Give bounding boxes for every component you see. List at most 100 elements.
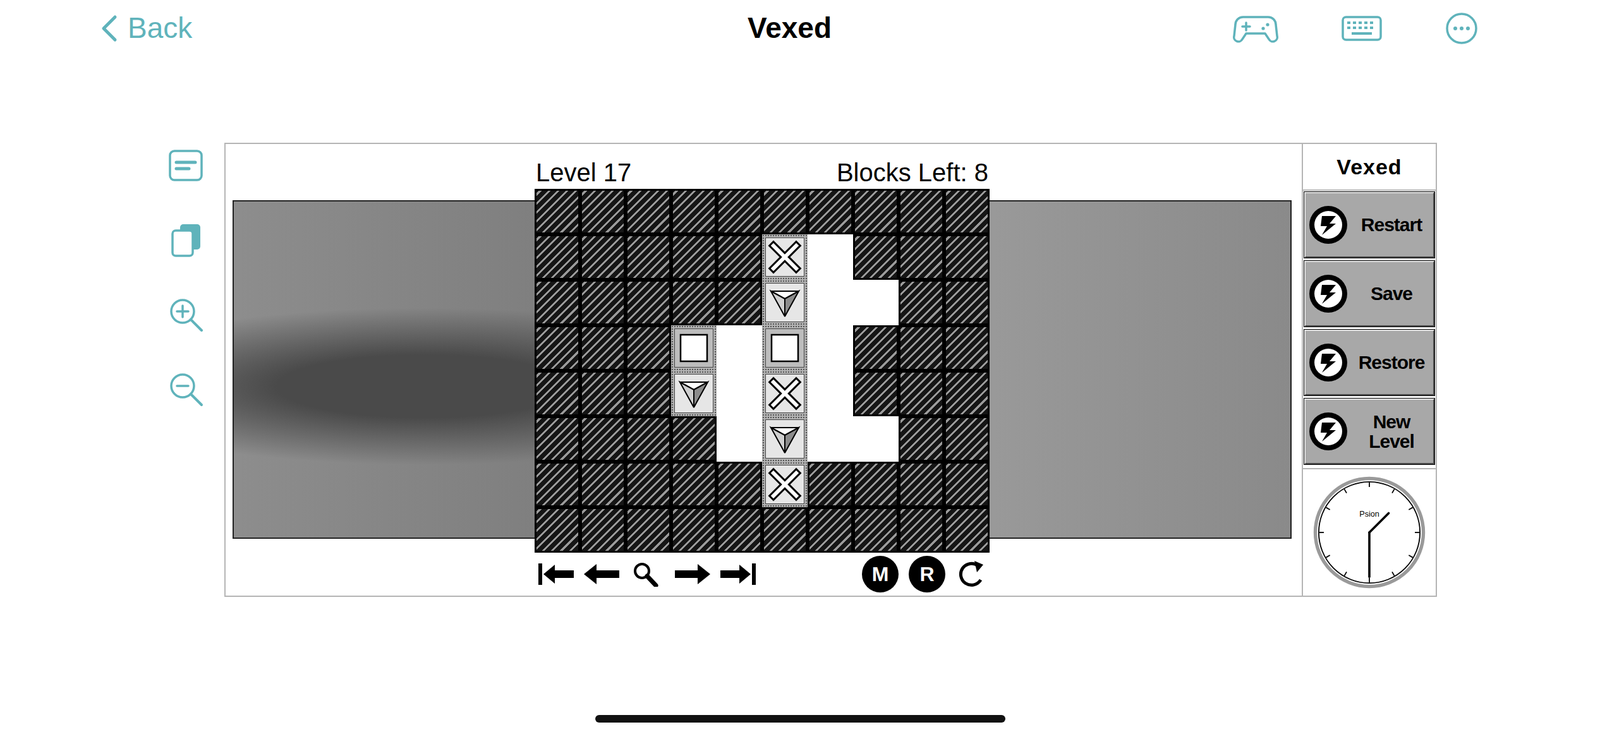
back-button[interactable]: Back <box>101 10 748 46</box>
empty-cell <box>807 234 854 280</box>
gamepad-icon[interactable] <box>1232 13 1279 44</box>
panel-button[interactable]: Restore <box>1304 329 1435 396</box>
empty-cell <box>716 370 763 417</box>
wall-cell <box>534 507 581 553</box>
wall-cell <box>944 416 990 462</box>
side-panel: VexedRestartSaveRestoreNew LevelPsion <box>1301 144 1436 596</box>
square-block-icon <box>674 329 713 368</box>
undo-icon[interactable] <box>955 558 988 591</box>
wall-cell <box>625 507 672 553</box>
wall-cell <box>671 416 717 462</box>
panel-button[interactable]: Restart <box>1304 192 1435 258</box>
level-label: Level 17 <box>535 158 632 187</box>
next-level-icon[interactable] <box>673 561 712 588</box>
wall-cell <box>716 507 763 553</box>
wall-cell <box>534 370 581 417</box>
psion-logo-icon <box>1308 273 1349 315</box>
block-face <box>765 419 805 459</box>
clock-area: Psion <box>1303 468 1436 596</box>
copy-icon[interactable] <box>167 221 205 259</box>
round-key-button[interactable]: R <box>908 556 946 593</box>
cross-block-icon <box>765 465 804 504</box>
block-cell[interactable] <box>671 370 717 417</box>
wall-cell <box>853 234 899 280</box>
chevron-left-icon <box>101 14 118 43</box>
wall-cell <box>671 234 717 280</box>
block-cell[interactable] <box>671 325 717 371</box>
block-cell[interactable] <box>762 370 808 417</box>
wall-cell <box>898 325 945 371</box>
wall-cell <box>625 461 672 508</box>
analog-clock-icon: Psion <box>1312 475 1427 590</box>
more-icon[interactable] <box>1445 12 1479 45</box>
zoom-in-icon[interactable] <box>167 296 205 334</box>
wall-cell <box>580 370 626 417</box>
square-block-icon <box>765 329 804 368</box>
wall-cell <box>807 507 854 553</box>
keyboard-icon[interactable] <box>1341 15 1382 42</box>
empty-cell <box>807 279 854 326</box>
wall-cell <box>762 507 808 553</box>
wall-cell <box>898 188 945 235</box>
panel-button-label: Restore <box>1352 352 1431 373</box>
wall-cell <box>716 279 763 326</box>
block-cell[interactable] <box>762 325 808 371</box>
triangle-block-icon <box>765 283 804 322</box>
wall-cell <box>716 188 763 235</box>
block-cell[interactable] <box>762 279 808 326</box>
top-icons <box>1232 12 1479 45</box>
block-face <box>674 374 714 414</box>
magnifier-icon[interactable] <box>628 561 667 588</box>
wall-cell <box>944 325 990 371</box>
wall-cell <box>625 416 672 462</box>
block-cell[interactable] <box>762 461 808 508</box>
block-face <box>674 328 714 368</box>
wall-cell <box>807 461 854 508</box>
wall-cell <box>898 416 945 462</box>
empty-cell <box>807 416 854 462</box>
triangle-block-icon <box>765 420 804 459</box>
zoom-out-icon[interactable] <box>167 370 205 408</box>
wall-cell <box>898 507 945 553</box>
app-screen: BackVexedLevel 17Blocks Left: 8MRVexedRe… <box>0 0 1600 739</box>
wall-cell <box>898 370 945 417</box>
info-card-icon[interactable] <box>167 147 205 184</box>
last-level-icon[interactable] <box>719 561 758 588</box>
block-face <box>765 237 805 277</box>
round-key-button[interactable]: M <box>861 556 899 593</box>
wall-cell <box>580 279 626 326</box>
wall-cell <box>898 234 945 280</box>
block-cell[interactable] <box>762 416 808 462</box>
wall-cell <box>625 370 672 417</box>
action-controls: MR <box>861 556 988 593</box>
window-title: Vexed <box>747 10 832 46</box>
board-column: Level 17Blocks Left: 8 MR <box>534 144 990 596</box>
wall-cell <box>534 416 581 462</box>
wall-cell <box>898 279 945 326</box>
wall-cell <box>625 234 672 280</box>
wall-cell <box>853 507 899 553</box>
psion-logo-icon <box>1308 204 1349 246</box>
game-screen: Level 17Blocks Left: 8 MR <box>225 144 1302 596</box>
panel-button-label: Restart <box>1352 214 1431 236</box>
panel-button-label: New Level <box>1352 412 1431 452</box>
panel-button[interactable]: Save <box>1304 260 1435 327</box>
wall-cell <box>716 234 763 280</box>
cross-block-icon <box>765 374 804 413</box>
block-face <box>765 374 805 414</box>
wall-cell <box>671 279 717 326</box>
wall-cell <box>807 188 854 235</box>
wall-cell <box>534 325 581 371</box>
wall-cell <box>580 416 626 462</box>
wall-cell <box>944 279 990 326</box>
previous-level-icon[interactable] <box>582 561 621 588</box>
triangle-block-icon <box>674 374 713 413</box>
home-indicator[interactable] <box>595 715 1006 723</box>
block-cell[interactable] <box>762 234 808 280</box>
panel-button[interactable]: New Level <box>1304 398 1435 465</box>
content-row: Level 17Blocks Left: 8MRVexedRestartSave… <box>0 142 1600 598</box>
wall-cell <box>944 461 990 508</box>
first-level-icon[interactable] <box>537 561 576 588</box>
empty-cell <box>853 279 899 326</box>
status-row: Level 17Blocks Left: 8 <box>534 144 990 189</box>
